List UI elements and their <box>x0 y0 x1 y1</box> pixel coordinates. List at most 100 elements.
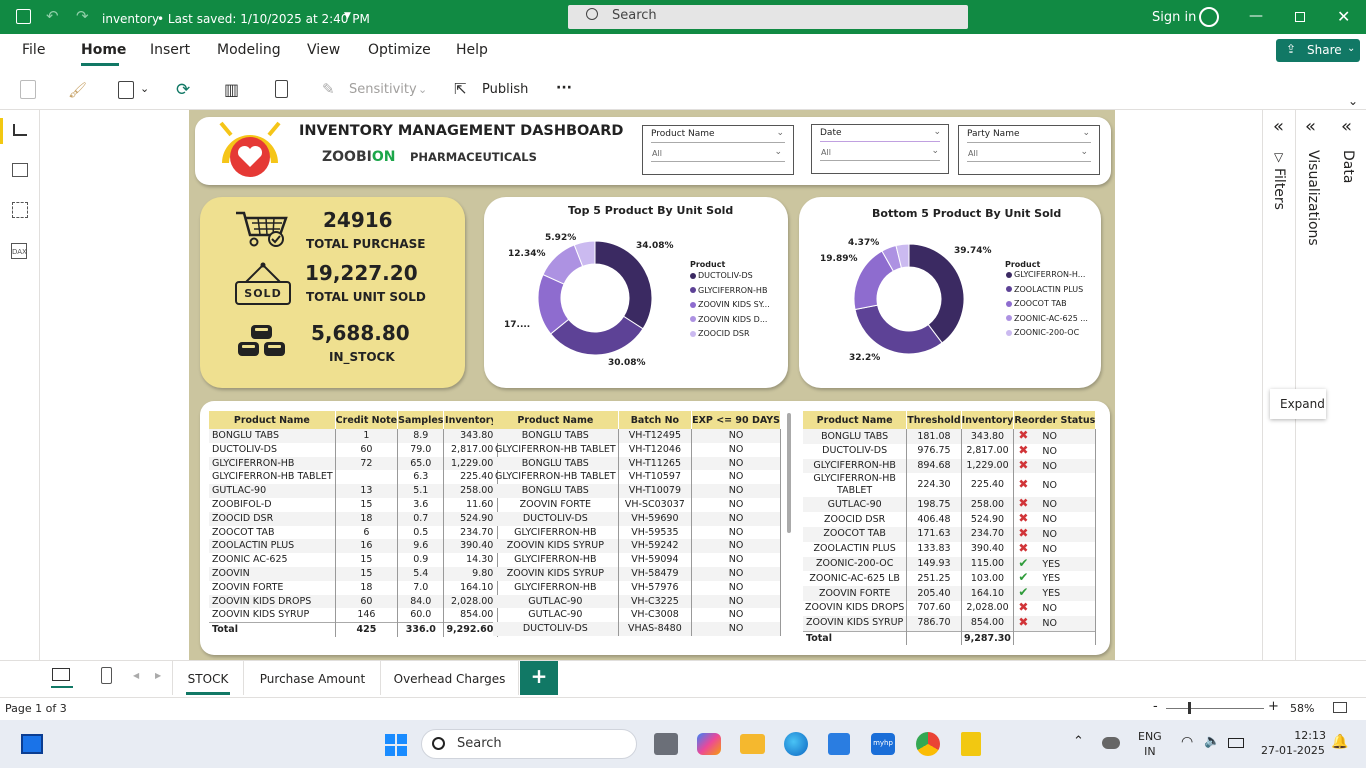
slicer-value[interactable]: All <box>968 149 978 158</box>
table-row[interactable]: GLYCIFERRON-HB VH-59094 NO <box>493 553 781 567</box>
table-row[interactable]: GLYCIFERRON-HB VH-59535 NO <box>493 525 781 540</box>
table-row[interactable]: DUCTOLIV-DS VH-59690 NO <box>493 511 781 526</box>
table-scrollbar[interactable] <box>787 413 791 533</box>
filters-pane-label[interactable]: Filters <box>1271 168 1287 210</box>
visualizations-pane-label[interactable]: Visualizations <box>1305 150 1321 246</box>
chevron-down-icon[interactable]: ⌄ <box>776 128 784 138</box>
batch-expiry-table[interactable]: Product Name Batch No EXP <= 90 DAYS BONGLU… <box>493 411 781 636</box>
zoom-slider-thumb[interactable] <box>1188 702 1191 714</box>
column-header[interactable]: Inventory <box>443 411 499 429</box>
legend-item[interactable]: ZOOLACTIN PLUS <box>1006 285 1083 294</box>
column-header[interactable]: Product Name <box>803 411 908 429</box>
table-row[interactable]: ZOOVIN FORTE 205.40 164.10 ✔ YES <box>803 585 1097 601</box>
table-row[interactable]: ZOOVIN 15 5.4 9.80 <box>209 566 499 581</box>
paste-icon[interactable] <box>20 80 36 99</box>
legend-item[interactable]: DUCTOLIV-DS <box>690 271 753 280</box>
signin-link[interactable]: Sign in <box>1152 10 1196 25</box>
table-row[interactable]: ZOOLACTIN PLUS 133.83 390.40 ✖ NO <box>803 541 1097 557</box>
add-page-button[interactable]: + <box>520 661 558 695</box>
table-row[interactable]: ZOOVIN KIDS DROPS 707.60 2,028.00 ✖ NO <box>803 600 1097 616</box>
wifi-icon[interactable]: ◠ <box>1181 734 1193 750</box>
table-row[interactable]: GUTLAC-90 198.75 258.00 ✖ NO <box>803 496 1097 513</box>
fit-to-page-icon[interactable] <box>1333 702 1347 713</box>
notification-bell-icon[interactable]: 🔔 <box>1331 734 1348 750</box>
table-row[interactable]: GLYCIFERRON-HB VH-57976 NO <box>493 580 781 595</box>
table-row[interactable]: DUCTOLIV-DS 60 79.0 2,817.00 <box>209 442 499 457</box>
column-header[interactable]: EXP <= 90 DAYS <box>691 411 781 429</box>
table-row[interactable]: BONGLU TABS VH-T12495 NO <box>493 429 781 443</box>
edge-app-icon[interactable] <box>784 732 808 756</box>
mobile-layout-icon[interactable] <box>101 667 112 684</box>
file-explorer-app-icon[interactable] <box>654 733 678 755</box>
table-row[interactable]: ZOOVIN KIDS SYRUP 146 60.0 854.00 <box>209 608 499 623</box>
table-view-icon[interactable] <box>12 163 28 177</box>
reorder-table[interactable]: Product Name Threshold Inventory Reorder St… <box>803 411 1097 646</box>
volume-icon[interactable]: 🔈 <box>1204 734 1220 749</box>
table-row[interactable]: ZOOVIN KIDS SYRUP VH-58479 NO <box>493 566 781 581</box>
model-view-icon[interactable] <box>12 202 28 218</box>
column-header[interactable]: Product Name <box>493 411 619 429</box>
chevron-down-icon[interactable]: ⌄ <box>1080 147 1088 157</box>
task-view-icon[interactable] <box>21 734 43 754</box>
language-indicator[interactable]: ENG IN <box>1138 729 1162 759</box>
column-header[interactable]: Product Name <box>209 411 336 429</box>
refresh-icon[interactable]: ⟳ <box>176 80 190 100</box>
table-row[interactable]: GLYCIFERRON-HB TABLET VH-T10597 NO <box>493 470 781 485</box>
donut-slice[interactable] <box>854 304 943 355</box>
table-row[interactable]: ZOONIC-AC-625 LB 251.25 103.00 ✔ YES <box>803 570 1097 587</box>
get-data-icon[interactable] <box>118 81 134 99</box>
legend-item[interactable]: ZOOVIN KIDS D... <box>690 315 767 324</box>
table-row[interactable]: ZOONIC-200-OC 149.93 115.00 ✔ YES <box>803 556 1097 572</box>
chevron-down-icon[interactable]: ⌄ <box>774 147 782 157</box>
last-saved[interactable]: • Last saved: 1/10/2025 at 2:40 PM <box>157 12 370 26</box>
clock[interactable]: 12:13 <box>1288 728 1326 744</box>
desktop-layout-icon[interactable] <box>52 668 70 681</box>
column-header[interactable]: Credit Note <box>335 411 399 429</box>
zoom-out-button[interactable]: - <box>1153 699 1158 714</box>
account-icon[interactable] <box>1199 7 1219 27</box>
prev-page-icon[interactable]: ◀ <box>133 671 139 680</box>
donut-slice[interactable] <box>908 243 965 344</box>
chevron-down-icon[interactable]: ⌄ <box>931 146 939 156</box>
menu-view[interactable]: View <box>307 42 340 58</box>
table-row[interactable]: ZOOVIN FORTE 18 7.0 164.10 <box>209 580 499 595</box>
table-row[interactable]: DUCTOLIV-DS VHAS-8480 NO <box>493 622 781 636</box>
next-page-icon[interactable]: ▶ <box>155 671 161 680</box>
myhp-app-icon[interactable]: myhp <box>871 733 895 755</box>
collapse-filters-icon[interactable]: « <box>1273 116 1284 137</box>
dax-query-icon[interactable]: DAX <box>11 243 27 259</box>
table-row[interactable]: ZOOCOT TAB 171.63 234.70 ✖ NO <box>803 526 1097 542</box>
legend-item[interactable]: ZOONIC-200-OC <box>1006 328 1079 337</box>
chevron-down-icon[interactable]: ⌄ <box>1082 128 1090 138</box>
report-view-icon[interactable] <box>13 124 27 136</box>
zoom-level[interactable]: 58% <box>1290 702 1314 715</box>
column-header[interactable]: Reorder Status <box>1013 411 1097 429</box>
table-row[interactable]: GLYCIFERRON-HB TABLET 224.30 225.40 ✖ NO <box>803 473 1097 498</box>
slicer-party-name[interactable]: Party Name ⌄ All ⌄ <box>958 125 1100 175</box>
share-button[interactable]: ⇪ Share ⌄ <box>1276 39 1360 62</box>
table-row[interactable]: GUTLAC-90 13 5.1 258.00 <box>209 484 499 498</box>
search-input[interactable]: Search <box>568 5 968 29</box>
table-row[interactable]: ZOOVIN FORTE VH-SC03037 NO <box>493 497 781 512</box>
save-icon[interactable] <box>16 9 31 24</box>
slicer-product-name[interactable]: Product Name ⌄ All ⌄ <box>642 125 794 175</box>
collapse-data-icon[interactable]: « <box>1341 116 1352 137</box>
table-row[interactable]: BONGLU TABS 1 8.9 343.80 <box>209 429 499 443</box>
new-visual-icon[interactable]: ▥ <box>224 80 239 99</box>
table-row[interactable]: DUCTOLIV-DS 976.75 2,817.00 ✖ NO <box>803 443 1097 459</box>
copilot-app-icon[interactable] <box>697 733 721 755</box>
publish-button[interactable]: Publish <box>482 82 528 97</box>
taskbar-search[interactable]: Search <box>421 729 637 759</box>
zoom-slider-track[interactable] <box>1166 708 1264 709</box>
column-header[interactable]: Threshold <box>906 411 962 429</box>
top5-donut-chart[interactable] <box>537 240 653 356</box>
table-row[interactable]: ZOOBIFOL-D 15 3.6 11.60 <box>209 497 499 512</box>
legend-item[interactable]: GLYCIFERRON-HB <box>690 286 767 295</box>
table-row[interactable]: GUTLAC-90 VH-C3225 NO <box>493 594 781 609</box>
table-row[interactable]: GLYCIFERRON-HB TABLET VH-T12046 NO <box>493 442 781 457</box>
format-painter-icon[interactable]: 🖌 <box>68 81 87 99</box>
minimize-icon[interactable]: — <box>1249 8 1263 24</box>
data-pane-label[interactable]: Data <box>1340 150 1356 183</box>
table-row[interactable]: ZOONIC AC-625 15 0.9 14.30 <box>209 553 499 567</box>
menu-modeling[interactable]: Modeling <box>217 42 281 58</box>
